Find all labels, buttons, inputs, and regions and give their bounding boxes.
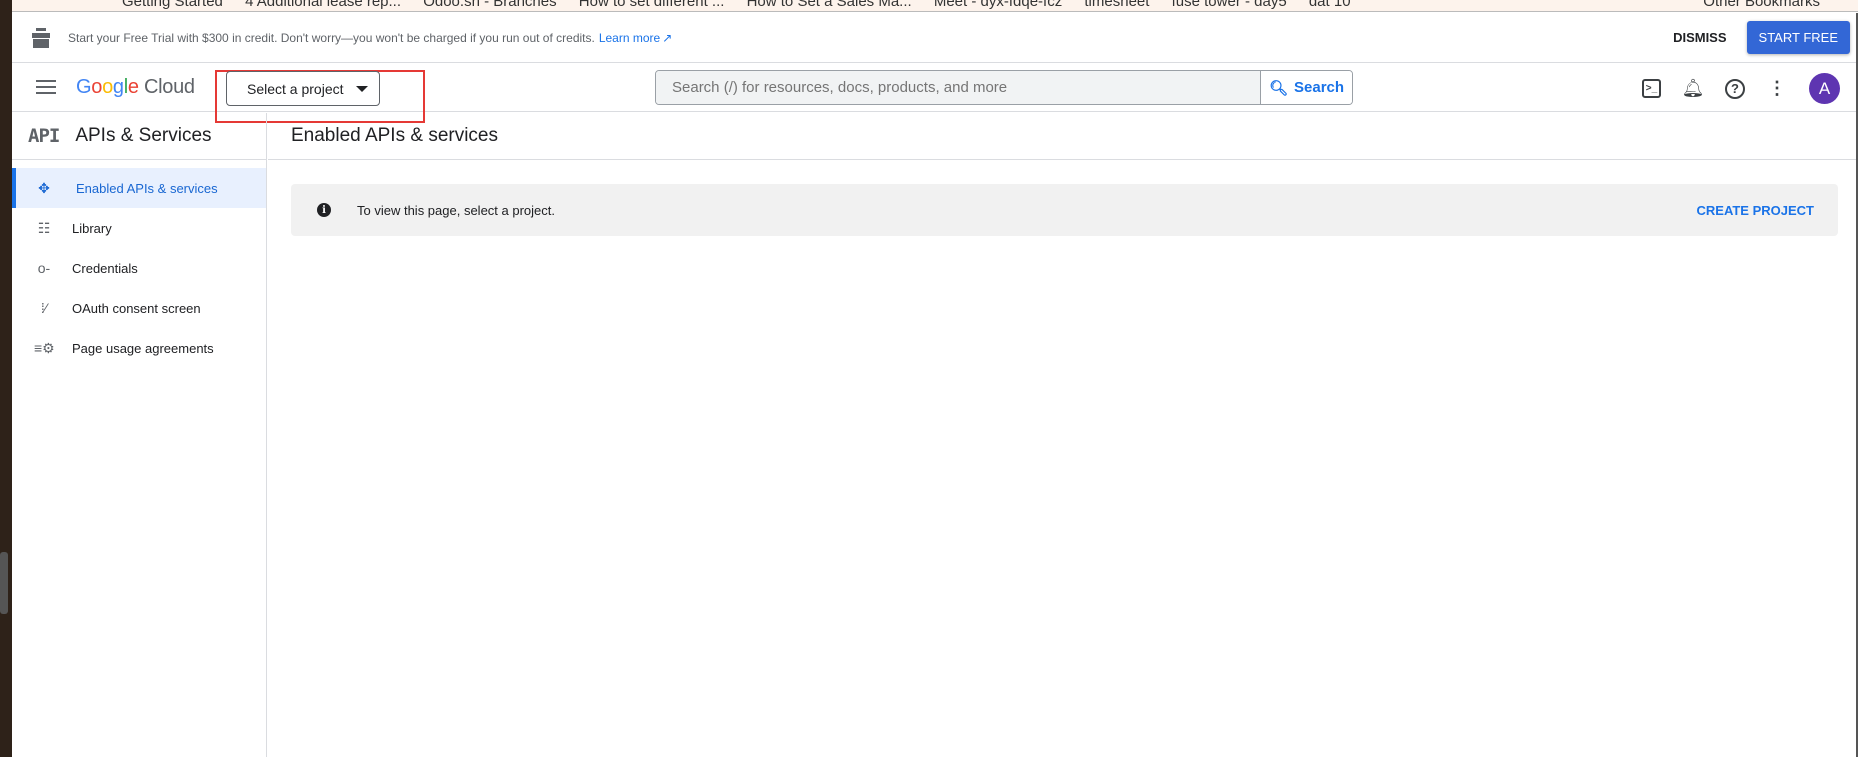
bookmark[interactable]: How to Set a Sales Ma...: [747, 0, 912, 9]
page-title: Enabled APIs & services: [268, 113, 1856, 160]
dismiss-button[interactable]: DISMISS: [1673, 30, 1726, 45]
bookmark[interactable]: 4 Additional lease rep...: [245, 0, 401, 9]
bookmark[interactable]: dat 10: [1309, 0, 1351, 9]
select-project-notice: i To view this page, select a project. C…: [291, 184, 1838, 236]
dropdown-arrow-icon: [355, 85, 368, 98]
free-trial-banner: Start your Free Trial with $300 in credi…: [12, 13, 1856, 63]
desktop-edge: [0, 0, 12, 757]
help-icon[interactable]: ?: [1725, 78, 1745, 99]
more-vert-icon[interactable]: ⋮: [1765, 77, 1789, 101]
bookmark[interactable]: Getting Started: [122, 0, 223, 9]
bookmarks-bar: Getting Started 4 Additional lease rep..…: [12, 0, 1858, 12]
external-link-icon: ↗: [662, 30, 673, 45]
search-icon: 🔍︎: [1268, 79, 1288, 97]
project-selector[interactable]: Select a project: [226, 71, 380, 106]
search-input[interactable]: [656, 71, 1260, 104]
enabled-apis-icon: ✥: [38, 179, 50, 196]
library-icon: ☷: [37, 219, 51, 236]
sidebar-item-library[interactable]: ☷ Library: [12, 208, 266, 248]
other-bookmarks[interactable]: Other Bookmarks: [1703, 0, 1820, 9]
api-icon: API: [28, 125, 60, 147]
sidebar-item-page-usage[interactable]: ≡⚙ Page usage agreements: [12, 328, 266, 368]
info-icon: i: [317, 203, 331, 217]
search-button[interactable]: 🔍︎ Search: [1260, 71, 1352, 104]
gift-icon: [32, 27, 50, 48]
notifications-bell-icon[interactable]: 🔔︎: [1681, 77, 1705, 101]
main-content: Enabled APIs & services i To view this p…: [268, 113, 1856, 757]
avatar[interactable]: A: [1809, 73, 1840, 104]
settings-list-icon: ≡⚙: [34, 339, 55, 356]
top-header: Google Cloud Select a project 🔍︎Search >…: [12, 63, 1856, 123]
bookmark[interactable]: timesheet: [1084, 0, 1149, 9]
learn-more-link[interactable]: Learn more: [599, 31, 660, 45]
start-free-button[interactable]: START FREE: [1746, 21, 1850, 54]
key-icon: o-: [37, 260, 51, 276]
search-bar: 🔍︎Search: [655, 70, 1353, 105]
sidebar-item-credentials[interactable]: o- Credentials: [12, 248, 266, 288]
bookmark[interactable]: How to set different ...: [579, 0, 725, 9]
sidebar-title: APIs & Services: [75, 125, 212, 146]
notice-text: To view this page, select a project.: [357, 202, 555, 218]
cloud-shell-icon[interactable]: >_: [1642, 79, 1661, 98]
create-project-button[interactable]: CREATE PROJECT: [1697, 203, 1815, 218]
sidebar: API APIs & Services ✥ Enabled APIs & serv…: [12, 113, 267, 757]
bookmark[interactable]: fuse tower - day5: [1172, 0, 1287, 9]
bookmark[interactable]: Meet - dyx-fdqe-fcz: [934, 0, 1062, 9]
banner-text: Start your Free Trial with $300 in credi…: [68, 30, 595, 45]
oauth-icon: ⁞⁄: [40, 300, 48, 316]
hamburger-menu-icon[interactable]: [36, 76, 56, 98]
scrollbar[interactable]: [0, 552, 8, 614]
sidebar-item-oauth-consent[interactable]: ⁞⁄ OAuth consent screen: [12, 288, 266, 328]
sidebar-item-enabled-apis[interactable]: ✥ Enabled APIs & services: [12, 168, 266, 208]
google-cloud-logo[interactable]: Google Cloud: [76, 76, 195, 99]
bookmark[interactable]: Odoo.sh - Branches: [423, 0, 556, 9]
